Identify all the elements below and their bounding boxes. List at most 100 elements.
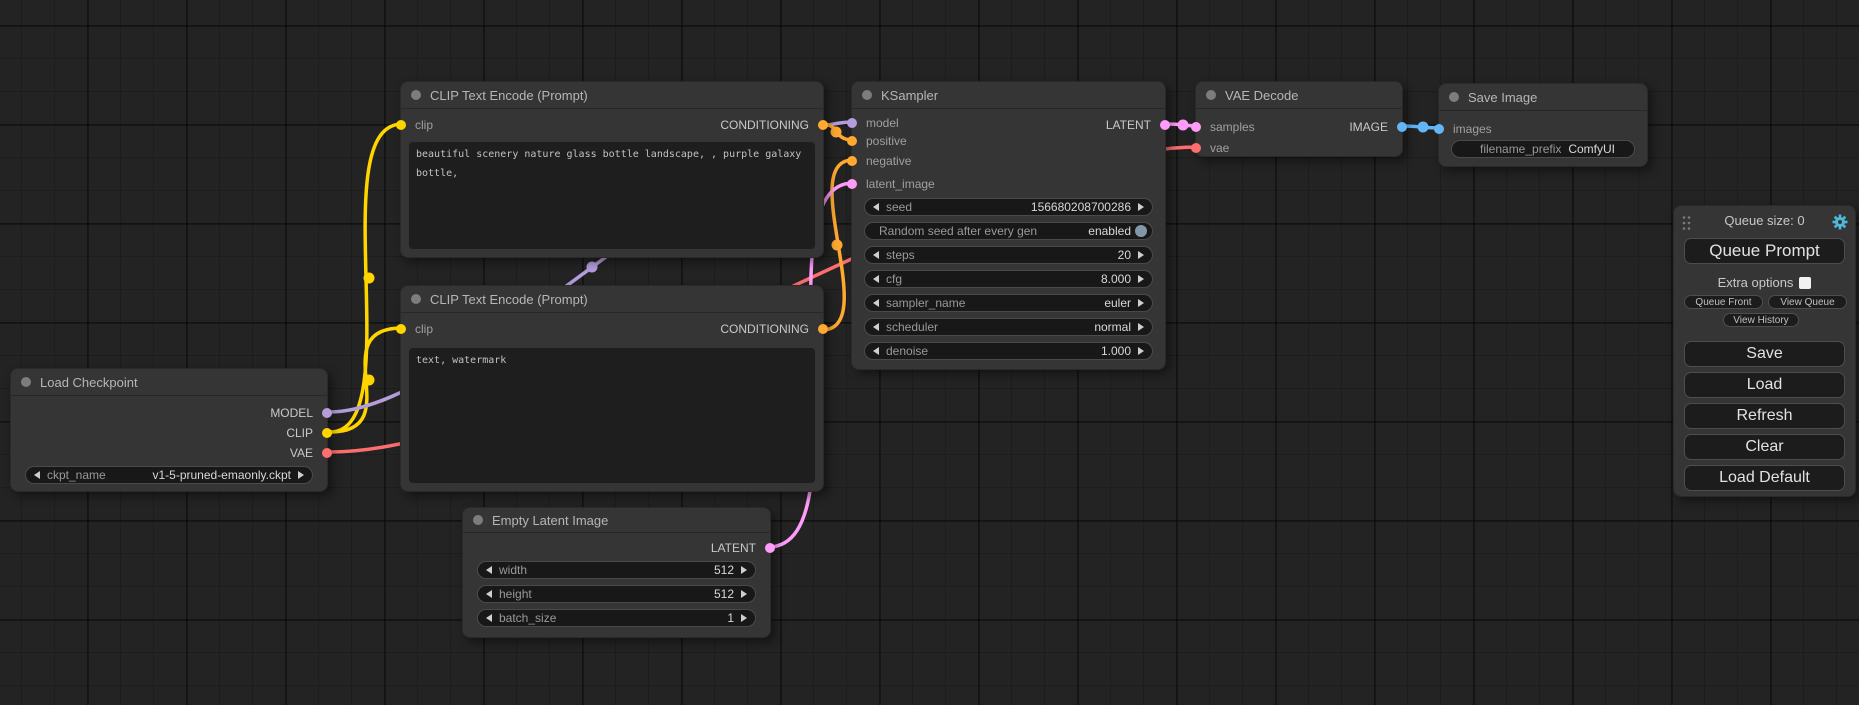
node-empty-latent-image[interactable]: Empty Latent Image LATENT width 512 heig…	[462, 507, 771, 638]
increment-arrow-icon[interactable]	[1138, 251, 1144, 259]
node-save-image[interactable]: Save Image images filename_prefix ComfyU…	[1438, 83, 1648, 167]
collapse-dot-icon[interactable]	[411, 294, 421, 304]
node-header[interactable]: Load Checkpoint	[11, 369, 327, 396]
decrement-arrow-icon[interactable]	[873, 203, 879, 211]
prompt-textarea[interactable]: beautiful scenery nature glass bottle la…	[409, 142, 815, 249]
increment-arrow-icon[interactable]	[1138, 275, 1144, 283]
node-graph-canvas[interactable]: Load Checkpoint MODEL CLIP VAE ckpt_name…	[0, 0, 1859, 705]
collapse-dot-icon[interactable]	[21, 377, 31, 387]
node-load-checkpoint[interactable]: Load Checkpoint MODEL CLIP VAE ckpt_name…	[10, 368, 328, 492]
decrement-arrow-icon[interactable]	[486, 566, 492, 574]
load-default-button[interactable]: Load Default	[1684, 465, 1845, 491]
input-port-model[interactable]: model	[847, 116, 899, 130]
input-port-vae[interactable]: vae	[1191, 141, 1229, 155]
increment-arrow-icon[interactable]	[1138, 347, 1144, 355]
random-seed-widget[interactable]: Random seed after every gen enabled	[864, 222, 1153, 240]
output-port-conditioning[interactable]: CONDITIONING	[720, 118, 828, 132]
output-port-vae[interactable]: VAE	[290, 446, 332, 460]
collapse-dot-icon[interactable]	[1206, 90, 1216, 100]
increment-arrow-icon[interactable]	[1138, 203, 1144, 211]
latent-port-dot-icon[interactable]	[847, 179, 857, 189]
output-port-latent[interactable]: LATENT	[1106, 118, 1170, 132]
increment-arrow-icon[interactable]	[741, 590, 747, 598]
model-port-dot-icon[interactable]	[847, 118, 857, 128]
model-port-dot-icon[interactable]	[322, 408, 332, 418]
denoise-widget[interactable]: denoise 1.000	[864, 342, 1153, 360]
output-port-image[interactable]: IMAGE	[1349, 120, 1407, 134]
input-port-latent-image[interactable]: latent_image	[847, 177, 935, 191]
latent-port-dot-icon[interactable]	[1160, 120, 1170, 130]
vae-port-dot-icon[interactable]	[1191, 143, 1201, 153]
increment-arrow-icon[interactable]	[741, 566, 747, 574]
clear-button[interactable]: Clear	[1684, 434, 1845, 460]
increment-arrow-icon[interactable]	[741, 614, 747, 622]
input-port-negative[interactable]: negative	[847, 154, 911, 168]
clip-port-dot-icon[interactable]	[322, 428, 332, 438]
node-ksampler[interactable]: KSampler model positive negative latent_…	[851, 81, 1166, 370]
output-port-model[interactable]: MODEL	[270, 406, 332, 420]
conditioning-port-dot-icon[interactable]	[818, 120, 828, 130]
toggle-enabled-icon[interactable]	[1135, 225, 1147, 237]
batch-size-widget[interactable]: batch_size 1	[477, 609, 756, 627]
queue-prompt-button[interactable]: Queue Prompt	[1684, 238, 1845, 264]
extra-options-checkbox[interactable]	[1799, 277, 1811, 289]
node-clip-text-encode-positive[interactable]: CLIP Text Encode (Prompt) clip CONDITION…	[400, 81, 824, 258]
collapse-dot-icon[interactable]	[862, 90, 872, 100]
input-port-positive[interactable]: positive	[847, 134, 907, 148]
save-button[interactable]: Save	[1684, 341, 1845, 367]
decrement-arrow-icon[interactable]	[873, 347, 879, 355]
decrement-arrow-icon[interactable]	[873, 275, 879, 283]
node-header[interactable]: CLIP Text Encode (Prompt)	[401, 286, 823, 313]
queue-front-button[interactable]: Queue Front	[1684, 295, 1763, 309]
node-clip-text-encode-negative[interactable]: CLIP Text Encode (Prompt) clip CONDITION…	[400, 285, 824, 492]
prompt-textarea[interactable]: text, watermark	[409, 348, 815, 483]
view-queue-button[interactable]: View Queue	[1768, 295, 1847, 309]
decrement-arrow-icon[interactable]	[873, 251, 879, 259]
collapse-dot-icon[interactable]	[473, 515, 483, 525]
increment-arrow-icon[interactable]	[1138, 299, 1144, 307]
node-header[interactable]: KSampler	[852, 82, 1165, 109]
conditioning-port-dot-icon[interactable]	[847, 156, 857, 166]
steps-widget[interactable]: steps 20	[864, 246, 1153, 264]
height-widget[interactable]: height 512	[477, 585, 756, 603]
input-port-images[interactable]: images	[1434, 122, 1492, 136]
latent-port-dot-icon[interactable]	[1191, 122, 1201, 132]
image-port-dot-icon[interactable]	[1434, 124, 1444, 134]
decrement-arrow-icon[interactable]	[873, 299, 879, 307]
output-port-latent[interactable]: LATENT	[711, 541, 775, 555]
collapse-dot-icon[interactable]	[1449, 92, 1459, 102]
width-widget[interactable]: width 512	[477, 561, 756, 579]
node-vae-decode[interactable]: VAE Decode samples vae IMAGE	[1195, 81, 1403, 157]
settings-gear-icon[interactable]	[1832, 214, 1848, 235]
node-header[interactable]: CLIP Text Encode (Prompt)	[401, 82, 823, 109]
clip-port-dot-icon[interactable]	[396, 120, 406, 130]
image-port-dot-icon[interactable]	[1397, 122, 1407, 132]
node-header[interactable]: VAE Decode	[1196, 82, 1402, 109]
output-port-clip[interactable]: CLIP	[286, 426, 332, 440]
conditioning-port-dot-icon[interactable]	[818, 324, 828, 334]
increment-arrow-icon[interactable]	[1138, 323, 1144, 331]
decrement-arrow-icon[interactable]	[34, 471, 40, 479]
load-button[interactable]: Load	[1684, 372, 1845, 398]
increment-arrow-icon[interactable]	[298, 471, 304, 479]
clip-port-dot-icon[interactable]	[396, 324, 406, 334]
view-history-button[interactable]: View History	[1723, 313, 1799, 327]
decrement-arrow-icon[interactable]	[873, 323, 879, 331]
input-port-samples[interactable]: samples	[1191, 120, 1255, 134]
ckpt-name-widget[interactable]: ckpt_name v1-5-pruned-emaonly.ckpt	[25, 466, 313, 484]
latent-port-dot-icon[interactable]	[765, 543, 775, 553]
filename-prefix-widget[interactable]: filename_prefix ComfyUI	[1451, 140, 1635, 158]
vae-port-dot-icon[interactable]	[322, 448, 332, 458]
cfg-widget[interactable]: cfg 8.000	[864, 270, 1153, 288]
scheduler-widget[interactable]: scheduler normal	[864, 318, 1153, 336]
seed-widget[interactable]: seed 156680208700286	[864, 198, 1153, 216]
input-port-clip[interactable]: clip	[396, 118, 433, 132]
refresh-button[interactable]: Refresh	[1684, 403, 1845, 429]
decrement-arrow-icon[interactable]	[486, 590, 492, 598]
input-port-clip[interactable]: clip	[396, 322, 433, 336]
output-port-conditioning[interactable]: CONDITIONING	[720, 322, 828, 336]
collapse-dot-icon[interactable]	[411, 90, 421, 100]
conditioning-port-dot-icon[interactable]	[847, 136, 857, 146]
node-header[interactable]: Empty Latent Image	[463, 508, 770, 533]
node-header[interactable]: Save Image	[1439, 84, 1647, 111]
